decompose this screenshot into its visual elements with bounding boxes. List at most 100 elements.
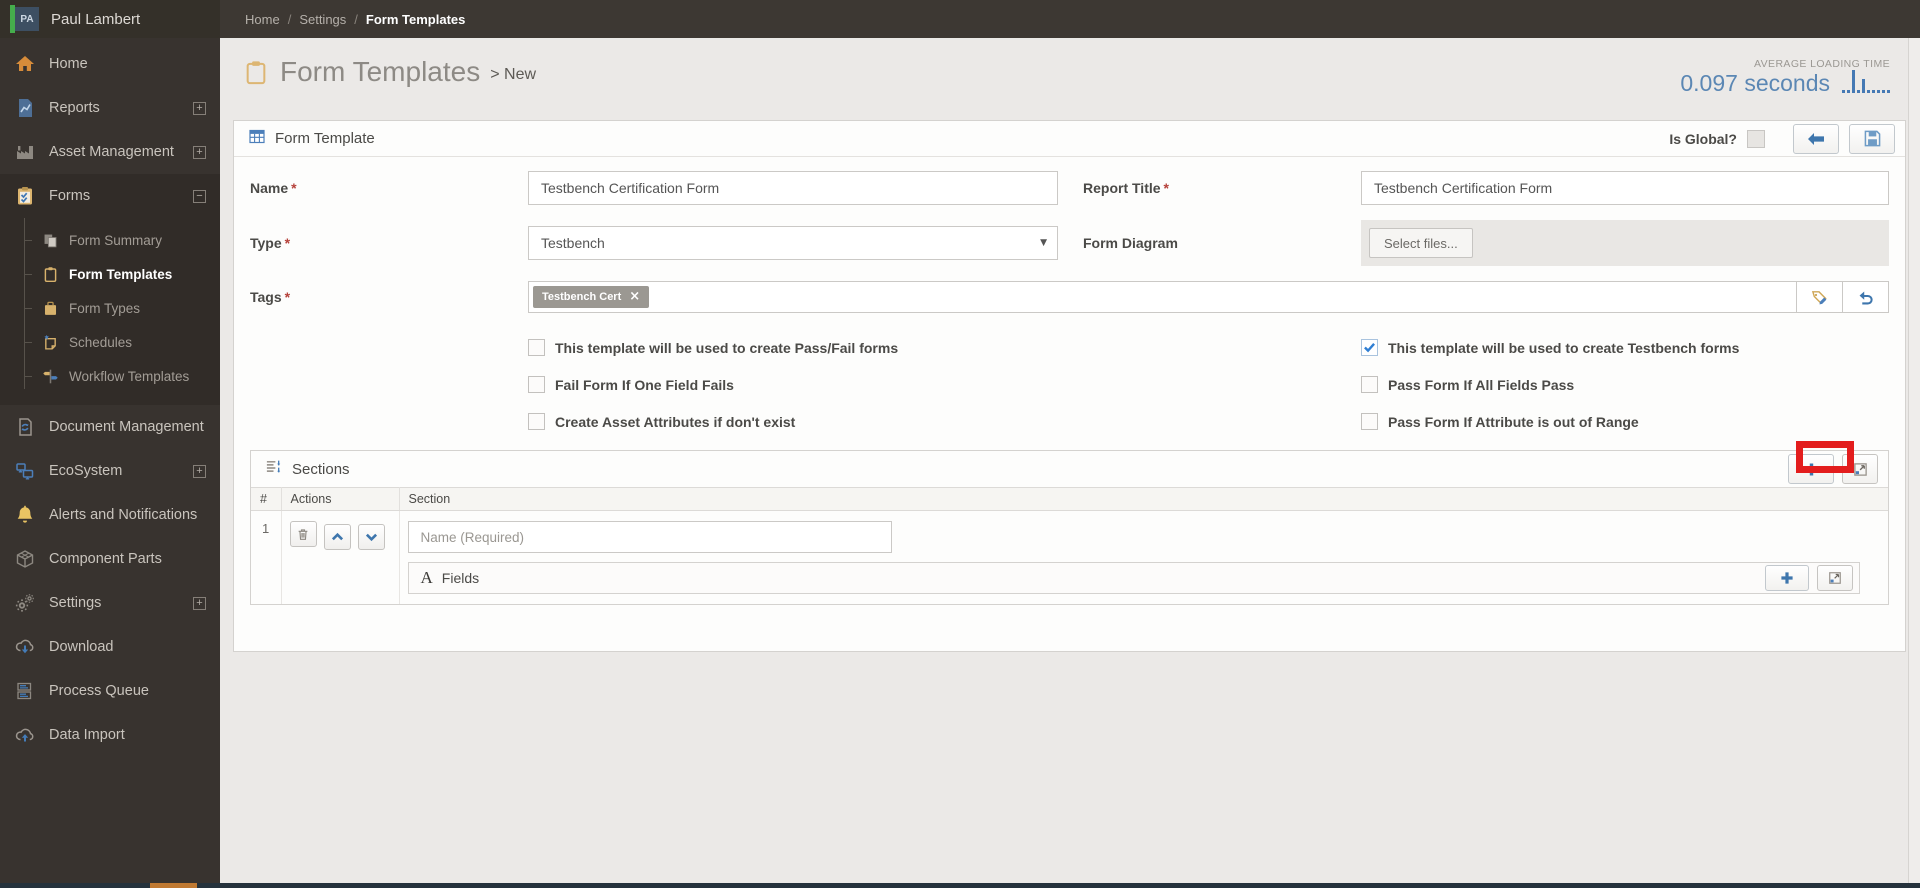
checkbox-box-checked[interactable] [1361,339,1378,356]
sidebar-item-download[interactable]: Download [0,625,220,669]
sidebar-item-reports[interactable]: Reports + [0,86,220,130]
report-title-label: Report Title * [1083,180,1169,196]
checkbox-fail-form-one-field[interactable]: Fail Form If One Field Fails [528,376,1058,393]
sidebar-item-label: Home [49,56,88,72]
tag-chip: Testbench Cert × [533,286,650,308]
sidebar-item-label: Forms [49,188,91,204]
expand-plus-icon[interactable]: + [193,464,206,478]
column-header-section: Section [399,487,1888,511]
manage-tags-button[interactable] [1796,281,1843,313]
expand-plus-icon[interactable]: + [193,101,206,115]
page-header: Form Templates > New AVERAGE LOADING TIM… [220,38,1920,110]
sidebar-item-forms[interactable]: Forms − [0,174,220,218]
sidebar-item-form-templates[interactable]: Form Templates [0,257,220,291]
section-row-actions [281,510,400,604]
tags-input[interactable]: Testbench Cert × [528,281,1797,313]
avatar: PA [15,7,39,31]
sidebar-item-process-queue[interactable]: Process Queue [0,669,220,713]
sidebar-item-label: Asset Management [49,144,174,160]
expand-plus-icon[interactable]: + [193,596,206,610]
checkbox-create-asset-attributes[interactable]: Create Asset Attributes if don't exist [528,413,1058,430]
sidebar-nav: Home Reports + Asset Management + Forms … [0,38,220,757]
page-subtitle: > New [490,66,537,83]
sidebar-item-schedules[interactable]: Schedules [0,325,220,359]
expand-fields-button[interactable] [1817,565,1853,591]
sidebar-item-label: Settings [49,595,102,611]
main-content: Form Templates > New AVERAGE LOADING TIM… [220,38,1920,883]
page-title: Form Templates [280,56,481,87]
expand-plus-icon[interactable]: + [193,145,206,159]
sidebar-item-component-parts[interactable]: Component Parts [0,537,220,581]
checkbox-testbench-forms[interactable]: This template will be used to create Tes… [1361,339,1889,356]
required-asterisk: * [291,180,297,196]
sidebar-group-forms: Forms − Form Summary Form Templates Form… [0,174,220,405]
checkbox-pass-form-attribute-range[interactable]: Pass Form If Attribute is out of Range [1361,413,1889,430]
sidebar-item-alerts-and-notifications[interactable]: Alerts and Notifications [0,493,220,537]
bottom-edge-bar [0,883,1920,888]
required-asterisk: * [284,235,291,251]
sections-table: # Actions Section 1 Name (Required) A Fi… [251,487,1888,604]
breadcrumb-home[interactable]: Home [245,12,280,27]
is-global-checkbox[interactable] [1747,129,1765,148]
sidebar-item-label: Download [49,639,114,655]
checkbox-box[interactable] [1361,413,1378,430]
sidebar-item-home[interactable]: Home [0,42,220,86]
sidebar-item-form-summary[interactable]: Form Summary [0,223,220,257]
sidebar-item-form-types[interactable]: Form Types [0,291,220,325]
form-types-icon [41,299,59,317]
sidebar-item-settings[interactable]: Settings + [0,581,220,625]
queue-list-icon [14,680,36,702]
sidebar-item-ecosystem[interactable]: EcoSystem + [0,449,220,493]
form-template-panel: Form Template Is Global? Name* Report Ti… [233,120,1906,652]
checkbox-pass-form-all-fields[interactable]: Pass Form If All Fields Pass [1361,376,1889,393]
scrollbar[interactable] [1908,38,1920,883]
name-input[interactable] [528,171,1058,205]
sidebar-item-label: Form Summary [69,232,163,248]
loading-time-value: 0.097 seconds [1680,69,1830,96]
tag-remove-icon[interactable]: × [629,290,640,303]
form-templates-icon [41,265,59,283]
sidebar-item-document-management[interactable]: Document Management [0,405,220,449]
type-select[interactable]: Testbench ▼ [528,226,1058,260]
required-asterisk: * [284,289,291,305]
form-diagram-dropzone[interactable]: Select files... [1361,220,1889,266]
loading-time-label: AVERAGE LOADING TIME [1754,58,1890,70]
user-menu[interactable]: PA Paul Lambert [0,0,220,38]
select-files-button[interactable]: Select files... [1369,228,1473,258]
checkbox-box[interactable] [528,339,545,356]
undo-button[interactable] [1842,281,1889,313]
section-name-input[interactable] [407,521,892,553]
checkbox-pass-fail-forms[interactable]: This template will be used to create Pas… [528,339,1058,356]
save-button[interactable] [1849,123,1895,154]
move-section-down-button[interactable] [358,523,386,550]
add-field-button[interactable] [1765,565,1809,591]
tags-label: Tags * [250,289,291,305]
sidebar-item-workflow-templates[interactable]: Workflow Templates [0,359,220,393]
delete-section-button[interactable] [289,521,317,547]
sidebar-item-label: Workflow Templates [69,368,190,384]
expand-sections-button[interactable] [1842,454,1878,484]
type-form-diagram-row: Type * Testbench ▼ Form Diagram Select fi… [250,220,1889,266]
move-section-up-button[interactable] [323,523,351,550]
add-section-button[interactable] [1788,454,1834,484]
cloud-download-icon [14,636,36,658]
fields-title: Fields [441,570,480,586]
loading-sparkline [1842,70,1890,96]
breadcrumb-settings[interactable]: Settings [299,12,346,27]
fields-a-icon: A [420,568,433,587]
sidebar-item-asset-management[interactable]: Asset Management + [0,130,220,174]
report-title-input[interactable] [1361,171,1889,205]
forms-icon [14,185,36,207]
cloud-import-icon [14,724,36,746]
collapse-minus-icon[interactable]: − [193,189,206,203]
sidebar-item-label: Form Templates [69,266,173,282]
sidebar-item-label: Process Queue [49,683,149,699]
chevron-down-icon: ▼ [1040,238,1047,248]
checkbox-box[interactable] [528,376,545,393]
checkbox-box[interactable] [528,413,545,430]
type-select-value: Testbench [541,235,605,251]
sidebar: PA Paul Lambert Home Reports + Asset Man… [0,0,220,883]
checkbox-box[interactable] [1361,376,1378,393]
back-button[interactable] [1793,123,1839,154]
sidebar-item-data-import[interactable]: Data Import [0,713,220,757]
